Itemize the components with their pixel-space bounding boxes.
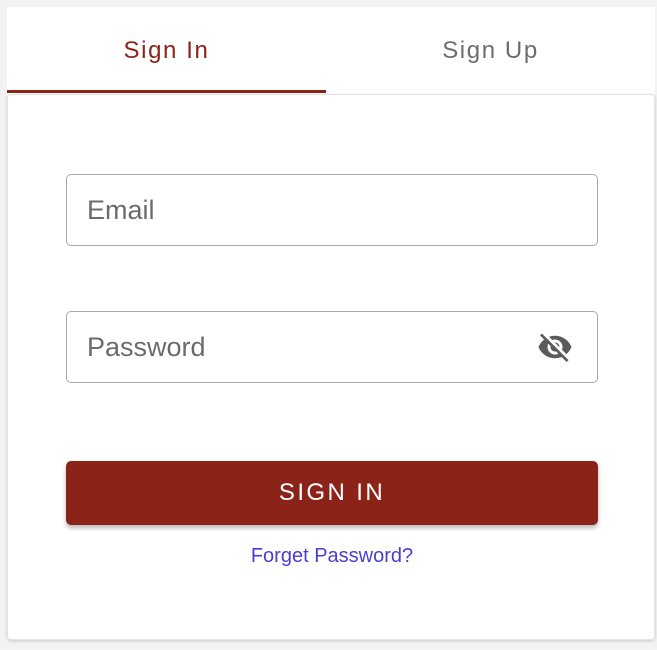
forgot-password-label: Forget Password? (250, 545, 414, 567)
active-tab-indicator (7, 90, 326, 93)
tab-sign-up[interactable]: Sign Up (331, 7, 650, 94)
sign-in-form: SIGN IN Forget Password? (7, 94, 655, 640)
email-input[interactable] (87, 175, 527, 245)
password-input[interactable] (87, 312, 527, 382)
sign-in-button-label: SIGN IN (278, 479, 386, 506)
sign-in-button[interactable]: SIGN IN (66, 461, 598, 525)
tab-sign-up-label: Sign Up (442, 36, 539, 64)
forgot-password-link[interactable]: Forget Password? (8, 545, 656, 568)
email-field (66, 174, 598, 246)
tab-sign-in-label: Sign In (123, 36, 210, 64)
auth-panel: Sign In Sign Up SIGN IN Forget Password? (7, 7, 655, 640)
auth-tabs: Sign In Sign Up (7, 7, 655, 94)
tab-sign-in[interactable]: Sign In (7, 7, 326, 94)
password-field (66, 311, 598, 383)
eye-off-icon[interactable] (533, 327, 577, 367)
